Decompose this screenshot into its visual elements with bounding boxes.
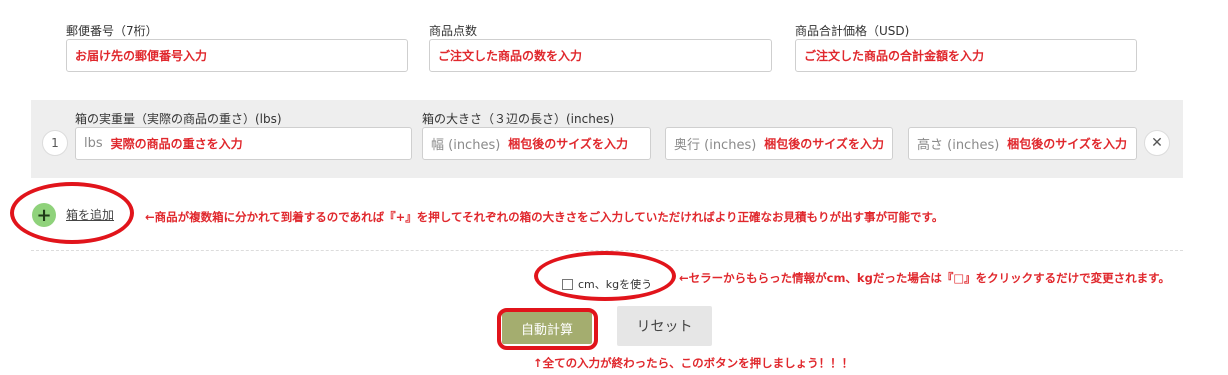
unit-toggle-highlight-oval <box>534 251 676 301</box>
total-price-label: 商品合計価格（USD) <box>795 24 910 38</box>
close-icon: ✕ <box>1151 135 1163 151</box>
postal-code-label: 郵便番号（7桁） <box>66 24 158 38</box>
calculate-highlight-box <box>497 308 598 350</box>
postal-code-hint: お届け先の郵便番号入力 <box>75 49 208 63</box>
add-box-note: ←商品が複数箱に分かれて到着するのであれば『+』を押してそれぞれの箱の大きさをご… <box>145 210 944 224</box>
postal-code-input[interactable]: お届け先の郵便番号入力 <box>66 39 408 72</box>
box-number: 1 <box>42 130 68 156</box>
item-count-hint: ご注文した商品の数を入力 <box>438 49 583 63</box>
weight-input[interactable]: lbs 実際の商品の重さを入力 <box>75 127 412 160</box>
calculate-note: ↑全ての入力が終わったら、このボタンを押しましょう！！！ <box>533 356 854 370</box>
depth-input[interactable]: 奥行 (inches) 梱包後のサイズを入力 <box>665 127 893 160</box>
reset-button[interactable]: リセット <box>617 306 712 346</box>
total-price-input[interactable]: ご注文した商品の合計金額を入力 <box>795 39 1137 72</box>
weight-hint: 実際の商品の重さを入力 <box>110 137 243 151</box>
width-input[interactable]: 幅 (inches) 梱包後のサイズを入力 <box>422 127 651 160</box>
height-placeholder: 高さ (inches) <box>917 138 1000 153</box>
height-hint: 梱包後のサイズを入力 <box>1007 137 1127 151</box>
remove-box-button[interactable]: ✕ <box>1144 130 1170 156</box>
height-input[interactable]: 高さ (inches) 梱包後のサイズを入力 <box>908 127 1137 160</box>
depth-hint: 梱包後のサイズを入力 <box>764 137 884 151</box>
width-hint: 梱包後のサイズを入力 <box>508 137 628 151</box>
size-label: 箱の大きさ（３辺の長さ）(inches) <box>422 112 615 126</box>
depth-placeholder: 奥行 (inches) <box>674 138 757 153</box>
weight-placeholder: lbs <box>84 136 103 151</box>
weight-label: 箱の実重量（実際の商品の重さ）(lbs) <box>75 112 282 126</box>
width-placeholder: 幅 (inches) <box>431 138 501 153</box>
item-count-input[interactable]: ご注文した商品の数を入力 <box>429 39 772 72</box>
total-price-hint: ご注文した商品の合計金額を入力 <box>804 49 985 63</box>
item-count-label: 商品点数 <box>429 24 478 38</box>
unit-toggle-note: ←セラーからもらった情報がcm、kgだった場合は『□』をクリックするだけで変更さ… <box>679 271 1171 285</box>
add-box-highlight-oval <box>10 182 134 244</box>
